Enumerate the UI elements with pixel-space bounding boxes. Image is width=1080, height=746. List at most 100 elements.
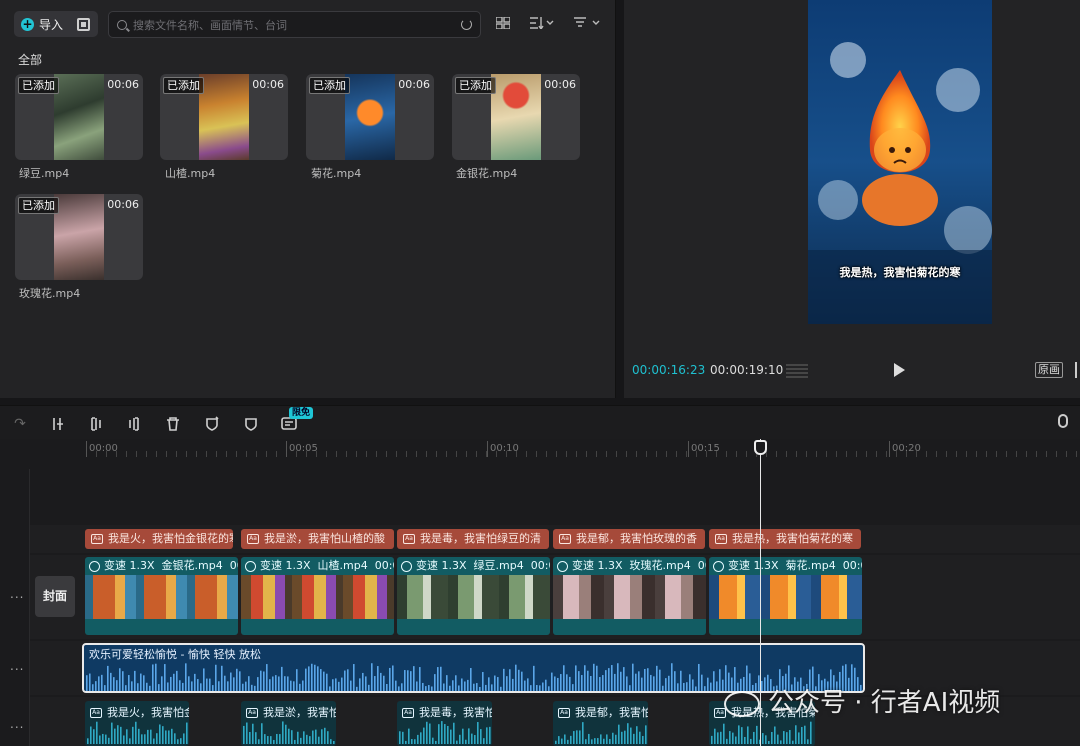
clip-frames bbox=[397, 575, 550, 619]
waveform-bar bbox=[108, 737, 110, 744]
waveform-bar bbox=[323, 671, 325, 691]
grid-icon[interactable] bbox=[786, 362, 808, 378]
waveform-bar bbox=[750, 738, 752, 744]
waveform-bar bbox=[536, 685, 538, 691]
waveform-bar bbox=[438, 724, 440, 744]
waveform-bar bbox=[462, 728, 464, 744]
voice-clip[interactable]: Aa 我是郁，我害怕 bbox=[553, 701, 648, 746]
waveform-bar bbox=[399, 731, 401, 744]
music-track-menu[interactable]: ... bbox=[10, 659, 24, 673]
cover-button[interactable]: 封面 bbox=[35, 576, 75, 617]
subtitle-text: 我是火，我害怕金银花的寒 bbox=[108, 532, 233, 545]
voice-waveform bbox=[399, 721, 491, 744]
waveform-bar bbox=[150, 729, 152, 744]
waveform-bar bbox=[732, 732, 734, 744]
video-clip[interactable]: 变速 1.3X 玫瑰花.mp4 00:0 bbox=[553, 557, 706, 635]
waveform-bar bbox=[404, 670, 406, 691]
waveform-bar bbox=[771, 731, 773, 744]
grid-view-icon[interactable] bbox=[495, 16, 511, 31]
fullscreen-icon[interactable] bbox=[1075, 362, 1080, 378]
qr-code-icon[interactable] bbox=[77, 17, 91, 31]
delete-left-icon[interactable] bbox=[88, 416, 104, 432]
filter-icon[interactable] bbox=[574, 17, 600, 31]
original-quality-button[interactable]: 原画 bbox=[1035, 362, 1063, 378]
waveform-bar bbox=[429, 723, 431, 744]
shield-icon[interactable] bbox=[243, 416, 259, 432]
sort-icon[interactable] bbox=[530, 17, 554, 31]
media-card-honeysuckle[interactable]: 已添加 00:06 bbox=[452, 74, 580, 160]
voice-waveform bbox=[87, 721, 188, 744]
waveform-bar bbox=[248, 676, 250, 691]
waveform-bar bbox=[419, 667, 421, 691]
microphone-icon[interactable] bbox=[1058, 414, 1068, 428]
clip-time: 00:0 bbox=[530, 559, 550, 572]
waveform-bar bbox=[258, 739, 260, 744]
voice-text: 我是火，我害怕金 bbox=[107, 706, 189, 719]
video-clip[interactable]: 变速 1.3X 金银花.mp4 00:0 bbox=[85, 557, 238, 635]
voice-clip[interactable]: Aa 我是淤，我害怕 bbox=[241, 701, 336, 746]
subtitle-clip[interactable]: Aa 我是热，我害怕菊花的寒 bbox=[709, 529, 861, 549]
waveform-bar bbox=[182, 682, 184, 691]
voice-text: 我是毒，我害怕 bbox=[419, 706, 492, 719]
voice-clip[interactable]: Aa 我是毒，我害怕 bbox=[397, 701, 492, 746]
subtitle-clip[interactable]: Aa 我是火，我害怕金银花的寒 bbox=[85, 529, 233, 549]
video-clip[interactable]: 变速 1.3X 绿豆.mp4 00:0 bbox=[397, 557, 550, 635]
waveform-bar bbox=[609, 738, 611, 744]
video-clip[interactable]: 变速 1.3X 山楂.mp4 00:0 bbox=[241, 557, 394, 635]
trash-icon[interactable] bbox=[165, 416, 181, 432]
playhead-handle[interactable] bbox=[754, 440, 767, 455]
waveform-bar bbox=[578, 671, 580, 691]
waveform-bar bbox=[614, 673, 616, 691]
waveform-bar bbox=[437, 667, 439, 691]
thumbnail-image bbox=[54, 74, 104, 160]
video-clip[interactable]: 变速 1.3X 菊花.mp4 00:0 bbox=[709, 557, 862, 635]
import-label: 导入 bbox=[39, 17, 64, 32]
refresh-icon[interactable] bbox=[461, 19, 472, 30]
voice-clip[interactable]: Aa 我是火，我害怕金 bbox=[85, 701, 189, 746]
waveform-bar bbox=[560, 674, 562, 691]
search-input[interactable]: 搜索文件名称、画面情节、台词 bbox=[108, 11, 481, 38]
shield-check-icon[interactable] bbox=[204, 416, 220, 432]
media-card-mungbean[interactable]: 已添加 00:06 bbox=[15, 74, 143, 160]
waveform-bar bbox=[251, 684, 253, 691]
play-button[interactable] bbox=[894, 363, 905, 377]
waveform-bar bbox=[362, 672, 364, 691]
import-button[interactable]: + 导入 bbox=[14, 11, 98, 37]
media-card-rose[interactable]: 已添加 00:06 bbox=[15, 194, 143, 280]
waveform-bar bbox=[603, 738, 605, 744]
delete-right-icon[interactable] bbox=[126, 416, 142, 432]
waveform-bar bbox=[309, 736, 311, 744]
waveform-bar bbox=[410, 671, 412, 691]
waveform-bar bbox=[662, 685, 664, 691]
waveform-bar bbox=[494, 675, 496, 691]
voice-track-menu[interactable]: ... bbox=[10, 717, 24, 731]
waveform-bar bbox=[524, 680, 526, 691]
redo-icon[interactable]: ↷ bbox=[12, 416, 28, 432]
waveform-bar bbox=[239, 671, 241, 691]
preview-canvas[interactable]: 我是热，我害怕菊花的寒 bbox=[808, 0, 992, 324]
video-track-menu[interactable]: ... bbox=[10, 587, 24, 601]
waveform-bar bbox=[236, 668, 238, 691]
waveform-bar bbox=[257, 677, 259, 691]
waveform-bar bbox=[582, 722, 584, 744]
waveform-bar bbox=[456, 740, 458, 744]
waveform-bar bbox=[188, 676, 190, 691]
waveform-bar bbox=[158, 684, 160, 691]
media-card-chrysanthemum[interactable]: 已添加 00:06 bbox=[306, 74, 434, 160]
waveform-bar bbox=[413, 666, 415, 691]
waveform-bar bbox=[653, 676, 655, 691]
waveform-bar bbox=[624, 730, 626, 744]
waveform-bar bbox=[453, 722, 455, 744]
subtitle-clip[interactable]: Aa 我是毒，我害怕绿豆的清 bbox=[397, 529, 549, 549]
waveform-bar bbox=[566, 674, 568, 691]
split-icon[interactable] bbox=[50, 416, 66, 432]
waveform-bar bbox=[111, 722, 113, 744]
waveform-bar bbox=[329, 686, 331, 691]
watermark: 公众号 · 行者AI视频 bbox=[724, 682, 1000, 719]
media-card-hawthorn[interactable]: 已添加 00:06 bbox=[160, 74, 288, 160]
voice-text: 我是郁，我害怕 bbox=[575, 706, 648, 719]
subtitle-clip[interactable]: Aa 我是郁，我害怕玫瑰的香 bbox=[553, 529, 705, 549]
waveform-bar bbox=[533, 665, 535, 691]
subtitle-clip[interactable]: Aa 我是淤，我害怕山楂的酸 bbox=[241, 529, 394, 549]
time-ruler[interactable]: 00:00 00:05 00:10 00:15 00:20 bbox=[86, 439, 1080, 461]
